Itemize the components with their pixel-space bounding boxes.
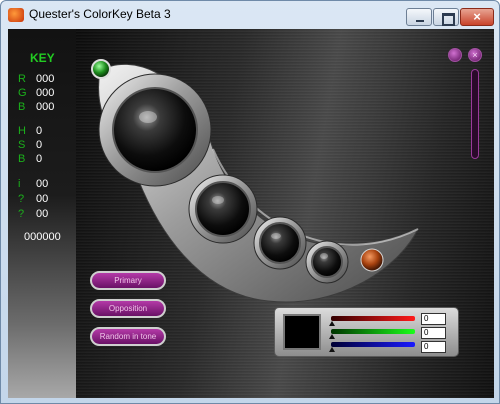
blue-slider-thumb[interactable]: [329, 347, 335, 352]
green-slider-thumb[interactable]: [329, 334, 335, 339]
client-area: KEY R 000 G 000 B 000 H 0 S 0 B 0 i 00 ?…: [8, 29, 494, 398]
color-swatch: [283, 314, 321, 350]
opposition-button[interactable]: Opposition: [90, 299, 166, 318]
knob-large[interactable]: [112, 87, 198, 173]
close-round-button[interactable]: ×: [468, 48, 482, 62]
random-in-tone-button[interactable]: Random in tone: [90, 327, 166, 346]
app-icon: [8, 8, 24, 22]
knob-small[interactable]: [259, 222, 301, 264]
red-slider-thumb[interactable]: [329, 321, 335, 326]
maximize-button[interactable]: [433, 8, 459, 26]
red-slider[interactable]: [331, 316, 415, 321]
green-indicator[interactable]: [91, 59, 111, 79]
window-title: Quester's ColorKey Beta 3: [29, 7, 171, 21]
red-value-field[interactable]: 0: [421, 313, 446, 325]
blue-slider[interactable]: [331, 342, 415, 347]
minimize-round-button[interactable]: [448, 48, 462, 62]
green-value-field[interactable]: 0: [421, 327, 446, 339]
vertical-slider[interactable]: [471, 69, 479, 159]
minimize-button[interactable]: [406, 8, 432, 26]
title-bar[interactable]: Quester's ColorKey Beta 3 ×: [1, 1, 499, 29]
minimize-icon: [407, 9, 431, 25]
maximize-icon: [434, 9, 458, 26]
close-button[interactable]: ×: [460, 8, 494, 26]
blue-value-field[interactable]: 0: [421, 341, 446, 353]
green-slider[interactable]: [331, 329, 415, 334]
orange-indicator[interactable]: [360, 248, 384, 272]
knob-tiny[interactable]: [311, 246, 343, 278]
close-icon: ×: [473, 9, 481, 24]
color-mixer: 0 0 0: [274, 307, 459, 357]
knob-medium[interactable]: [195, 181, 251, 237]
app-window: Quester's ColorKey Beta 3 × KEY R 000 G …: [0, 0, 500, 404]
primary-button[interactable]: Primary: [90, 271, 166, 290]
